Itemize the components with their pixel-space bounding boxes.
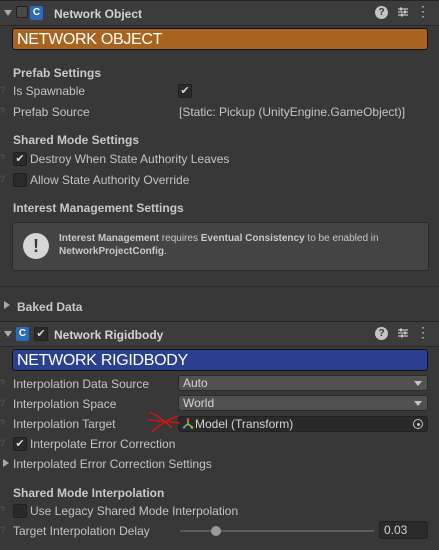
- baked-data-foldout[interactable]: Baked Data: [17, 300, 82, 314]
- info-term-consistency: Eventual Consistency: [200, 233, 305, 244]
- tooltip-marker: ?: [0, 505, 6, 515]
- delay-label: Target Interpolation Delay: [13, 524, 150, 538]
- interp-target-value: Model (Transform): [195, 417, 294, 431]
- preset-icon[interactable]: [396, 327, 409, 340]
- allow-override-checkbox[interactable]: [13, 173, 27, 187]
- baked-data-foldout-icon[interactable]: [4, 301, 10, 309]
- tooltip-marker: ?: [0, 85, 6, 95]
- network-object-header[interactable]: C Network Object ? ⋮: [0, 0, 439, 26]
- tooltip-marker: ?: [0, 153, 6, 163]
- chevron-down-icon: [414, 401, 422, 406]
- network-rigidbody-banner: NETWORK RIGIDBODY: [12, 349, 428, 371]
- slider-thumb[interactable]: [211, 526, 222, 536]
- destroy-when-leaves-label: Destroy When State Authority Leaves: [30, 152, 230, 166]
- preset-icon[interactable]: [396, 6, 409, 19]
- delay-slider[interactable]: [180, 524, 374, 538]
- info-term-interest: Interest Management: [59, 233, 160, 244]
- interest-management-heading: Interest Management Settings: [13, 201, 184, 215]
- interp-error-checkbox[interactable]: ✔: [13, 437, 27, 451]
- info-help-box: ! Interest Management requires Eventual …: [12, 222, 429, 271]
- legacy-interp-checkbox[interactable]: [13, 504, 27, 518]
- prefab-source-label: Prefab Source: [13, 105, 90, 119]
- info-text: .: [164, 246, 167, 257]
- interp-space-value: World: [183, 396, 215, 410]
- info-text: requires: [159, 233, 201, 244]
- shared-mode-settings-heading: Shared Mode Settings: [13, 133, 140, 147]
- shared-mode-interp-heading: Shared Mode Interpolation: [13, 486, 165, 500]
- interp-source-value: Auto: [183, 376, 208, 390]
- interp-error-label: Interpolate Error Correction: [30, 437, 176, 451]
- tooltip-marker: ?: [0, 438, 6, 448]
- help-icon[interactable]: ?: [375, 6, 388, 19]
- info-message: Interest Management requires Eventual Co…: [59, 232, 419, 258]
- delay-value: 0.03: [384, 523, 408, 537]
- error-settings-foldout[interactable]: Interpolated Error Correction Settings: [13, 457, 212, 471]
- network-object-enabled-toggle[interactable]: [16, 6, 28, 18]
- delay-value-field[interactable]: 0.03: [379, 521, 428, 539]
- tooltip-marker: ?: [0, 378, 6, 388]
- menu-icon[interactable]: ⋮: [416, 325, 430, 340]
- component-title: Network Rigidbody: [54, 328, 164, 342]
- interp-space-label: Interpolation Space: [13, 397, 117, 411]
- component-title: Network Object: [54, 7, 143, 21]
- destroy-when-leaves-checkbox[interactable]: ✔: [13, 152, 27, 166]
- info-icon: !: [23, 233, 49, 259]
- info-term-config: NetworkProjectConfig: [59, 246, 165, 257]
- foldout-arrow-icon[interactable]: [4, 10, 12, 16]
- prefab-source-value: [Static: Pickup (UnityEngine.GameObject)…: [179, 105, 406, 119]
- annotation-mark-icon: [147, 411, 181, 433]
- tooltip-marker: ?: [0, 418, 6, 428]
- tooltip-marker: ?: [0, 525, 6, 535]
- interp-source-dropdown[interactable]: Auto: [178, 375, 428, 391]
- chevron-down-icon: [414, 381, 422, 386]
- error-settings-foldout-icon[interactable]: [3, 459, 9, 467]
- allow-override-label: Allow State Authority Override: [30, 173, 190, 187]
- is-spawnable-checkbox[interactable]: ✔: [178, 84, 192, 98]
- script-icon: C: [16, 327, 29, 341]
- prefab-settings-heading: Prefab Settings: [13, 66, 102, 80]
- menu-icon[interactable]: ⋮: [416, 4, 430, 19]
- legacy-interp-label: Use Legacy Shared Mode Interpolation: [30, 504, 239, 518]
- interp-source-label: Interpolation Data Source: [13, 377, 150, 391]
- is-spawnable-label: Is Spawnable: [13, 84, 86, 98]
- tooltip-marker: ?: [0, 174, 6, 184]
- help-icon[interactable]: ?: [375, 327, 388, 340]
- interp-target-label: Interpolation Target: [13, 417, 116, 431]
- interp-space-dropdown[interactable]: World: [178, 395, 428, 411]
- network-object-banner: NETWORK OBJECT: [12, 28, 428, 50]
- foldout-arrow-icon[interactable]: [4, 331, 12, 337]
- script-icon: C: [30, 6, 43, 20]
- target-icon[interactable]: [413, 419, 423, 429]
- network-rigidbody-enabled-checkbox[interactable]: ✔: [34, 327, 48, 341]
- tooltip-marker: ?: [0, 106, 6, 116]
- interp-target-field[interactable]: Model (Transform): [178, 416, 428, 432]
- info-text: to be enabled in: [304, 233, 379, 244]
- network-rigidbody-header[interactable]: C ✔ Network Rigidbody ? ⋮: [0, 321, 439, 347]
- slider-track: [180, 530, 374, 532]
- tooltip-marker: ?: [0, 398, 6, 408]
- divider: [0, 286, 439, 287]
